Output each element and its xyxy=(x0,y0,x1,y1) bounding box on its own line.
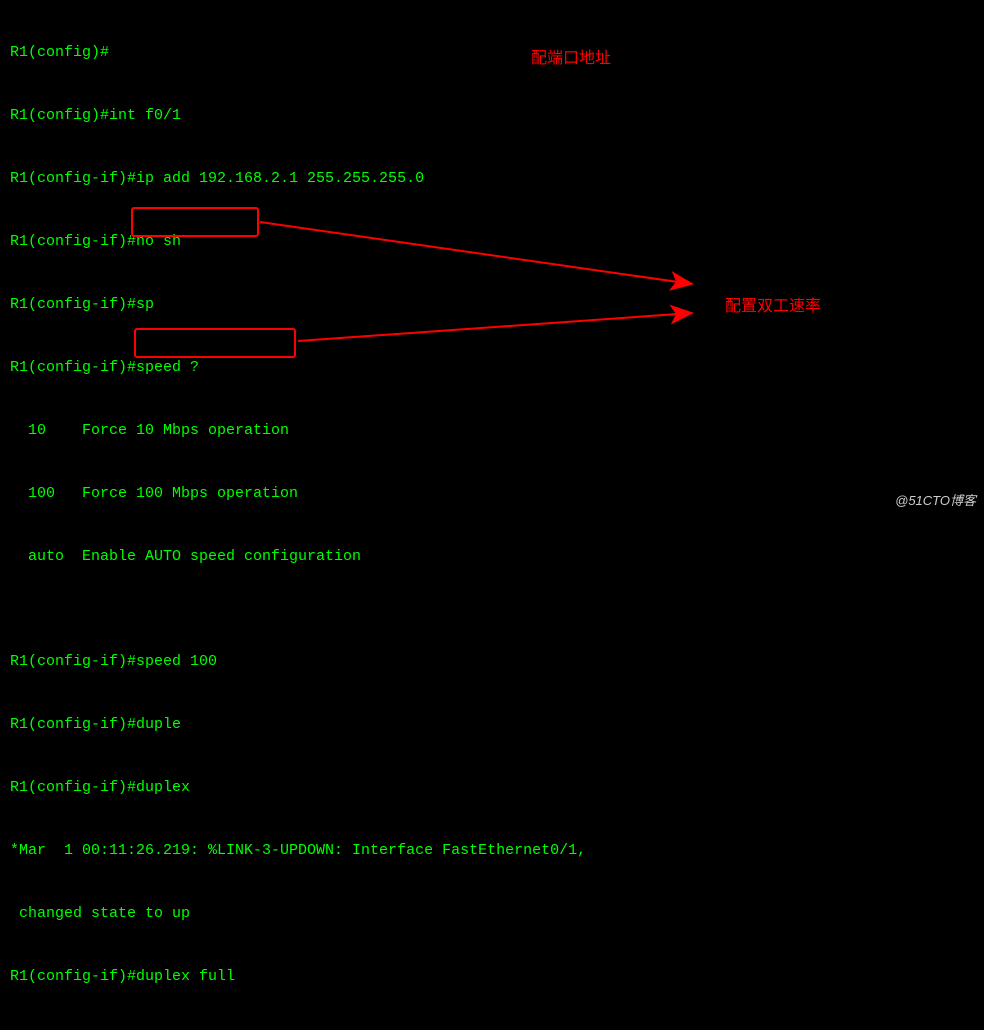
terminal-line: R1(config-if)#ip add 192.168.2.1 255.255… xyxy=(10,168,984,189)
terminal-output[interactable]: R1(config)# R1(config)#int f0/1 R1(confi… xyxy=(10,0,984,1030)
terminal-line: 100 Force 100 Mbps operation xyxy=(10,483,984,504)
terminal-line: *Mar 1 00:11:26.219: %LINK-3-UPDOWN: Int… xyxy=(10,840,984,861)
terminal-line: R1(config-if)#speed 100 xyxy=(10,651,984,672)
terminal-line: R1(config-if)#sp xyxy=(10,294,984,315)
terminal-line: R1(config-if)#speed ? xyxy=(10,357,984,378)
terminal-line: R1(config-if)#int xyxy=(10,1029,984,1030)
terminal-line: R1(config-if)#duple xyxy=(10,714,984,735)
terminal-line: R1(config-if)#duplex xyxy=(10,777,984,798)
watermark: @51CTO博客 xyxy=(895,490,976,511)
terminal-line: R1(config-if)#duplex full xyxy=(10,966,984,987)
terminal-line: R1(config)# xyxy=(10,42,984,63)
terminal-line: auto Enable AUTO speed configuration xyxy=(10,546,984,567)
terminal-line: R1(config-if)#no sh xyxy=(10,231,984,252)
terminal-line: changed state to up xyxy=(10,903,984,924)
terminal-line: 10 Force 10 Mbps operation xyxy=(10,420,984,441)
terminal-line: R1(config)#int f0/1 xyxy=(10,105,984,126)
